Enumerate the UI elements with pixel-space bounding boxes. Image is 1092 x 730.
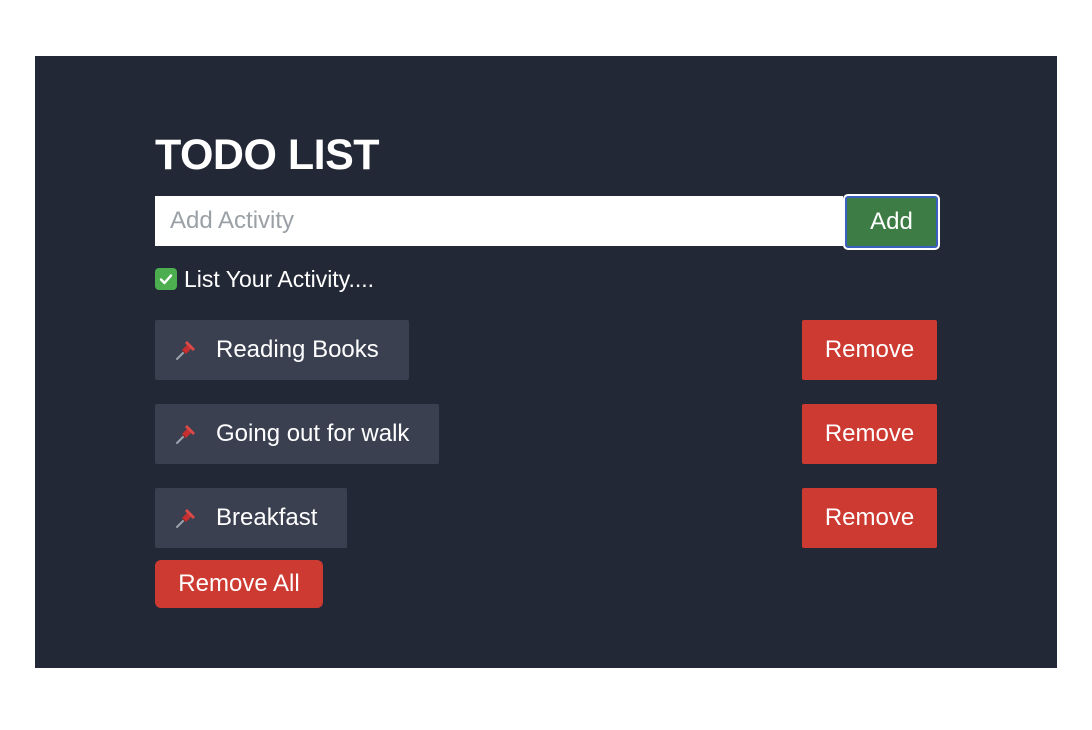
add-button[interactable]: Add <box>843 194 940 250</box>
task-item: Breakfast Remove <box>155 488 937 548</box>
activity-input[interactable] <box>155 196 843 246</box>
check-mark-icon <box>155 268 177 290</box>
task-chip: Breakfast <box>155 488 348 548</box>
add-activity-form: Add <box>155 194 940 250</box>
task-item: Going out for walk Remove <box>155 404 937 464</box>
pushpin-icon <box>173 421 199 447</box>
remove-task-button[interactable]: Remove <box>802 404 937 464</box>
hint-text: List Your Activity.... <box>184 266 375 292</box>
task-chip: Reading Books <box>155 320 409 380</box>
remove-task-button[interactable]: Remove <box>802 320 937 380</box>
task-item: Reading Books Remove <box>155 320 937 380</box>
task-label: Going out for walk <box>216 420 410 447</box>
todo-panel: TODO LIST Add List Your Activity.... Rea… <box>35 56 1057 668</box>
page-title: TODO LIST <box>155 131 380 179</box>
task-chip: Going out for walk <box>155 404 440 464</box>
pushpin-icon <box>173 337 199 363</box>
pushpin-icon <box>173 505 199 531</box>
list-hint: List Your Activity.... <box>155 264 374 294</box>
task-label: Breakfast <box>216 504 318 531</box>
remove-task-button[interactable]: Remove <box>802 488 937 548</box>
remove-all-button[interactable]: Remove All <box>155 560 323 608</box>
task-label: Reading Books <box>216 336 379 363</box>
